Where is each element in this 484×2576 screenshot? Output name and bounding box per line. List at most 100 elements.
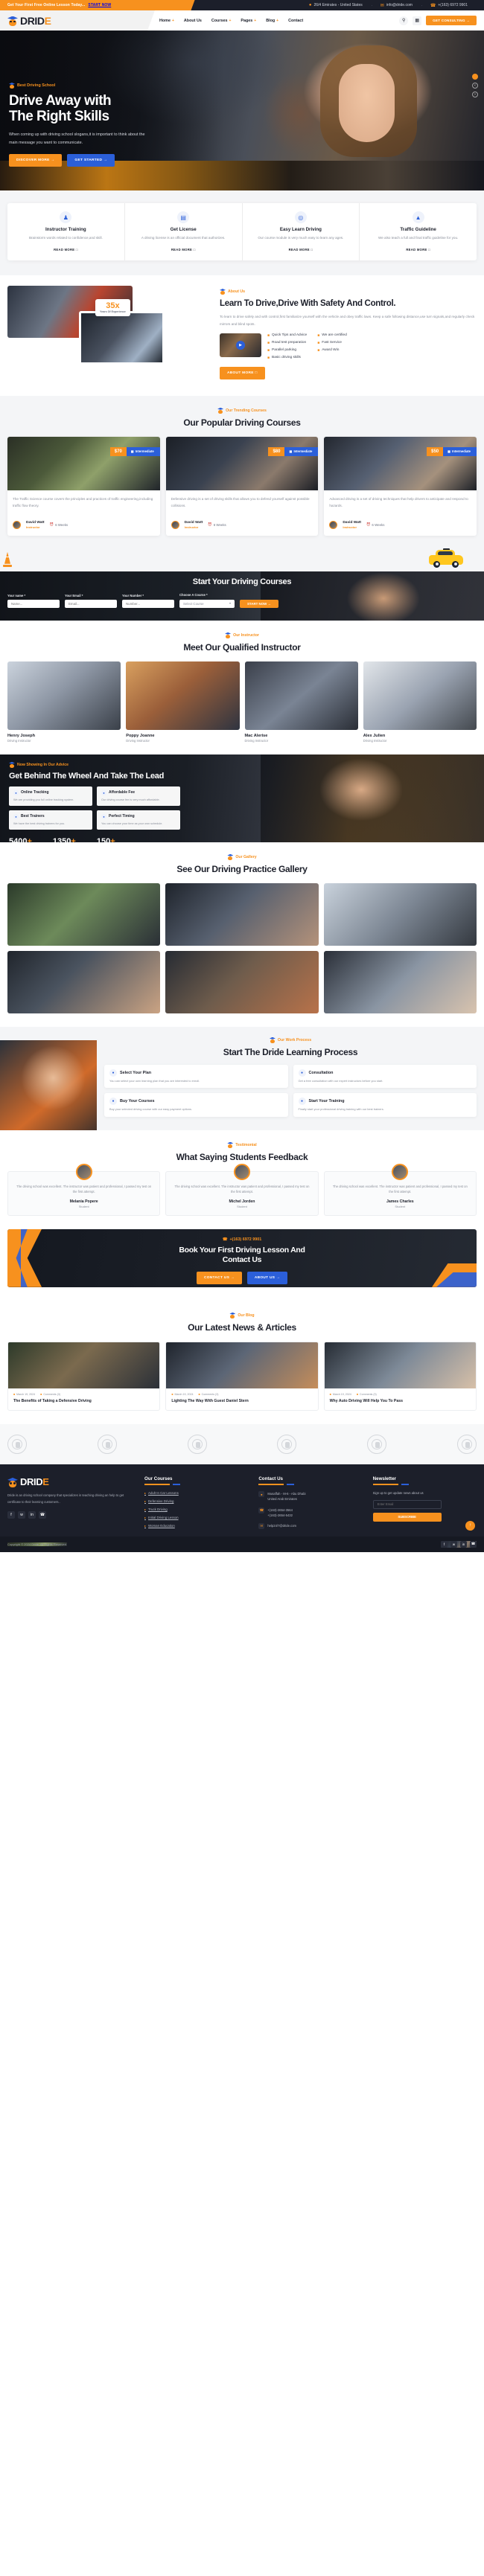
twitter-icon[interactable]: w — [18, 1510, 25, 1519]
consultation-icon: ● — [298, 1068, 306, 1077]
instructor-card[interactable]: Poppy Joanne Driving Instructor — [126, 661, 240, 743]
footer-logo[interactable]: DRIDE — [7, 1476, 134, 1487]
get-consulting-button[interactable]: GET CONSULTING → — [426, 16, 477, 25]
hero-slider-dot-active[interactable] — [472, 74, 478, 80]
linkedin-icon[interactable]: in — [28, 1510, 36, 1519]
linkedin-icon[interactable]: in — [460, 1540, 467, 1548]
instructor-card[interactable]: Henry Joseph Driving Instructor — [7, 661, 121, 743]
grid-icon[interactable]: ▦ — [413, 16, 422, 25]
blog-post-title[interactable]: Why Auto Driving Will Help You To Pass — [330, 1399, 471, 1405]
level-icon: ▦ — [130, 449, 134, 454]
instructor-card[interactable]: Alex Julien Driving Instructor — [363, 661, 477, 743]
nav-item-home[interactable]: Home + — [159, 19, 174, 23]
footer-email[interactable]: ✉ help24/7@dride.com — [258, 1522, 362, 1529]
cta-phone-text: +(163) 6972 9901 — [229, 1237, 262, 1242]
twitter-icon[interactable]: w — [450, 1540, 457, 1548]
site-logo[interactable]: DRIDE — [7, 15, 51, 27]
service-card[interactable]: ▤ Get License A driving license is an of… — [125, 203, 243, 261]
service-card[interactable]: ◎ Easy Learn Driving Our course module i… — [243, 203, 360, 261]
name-input[interactable] — [7, 599, 60, 608]
footer-course-link[interactable]: ▸ Initial Driving Lesson — [144, 1516, 248, 1519]
nav-item-pages[interactable]: Pages + — [241, 19, 256, 23]
footer-course-link[interactable]: ▸ Adult In Car Lessons — [144, 1491, 248, 1495]
course-duration: ⏰ 6 Weeks — [366, 522, 385, 527]
search-icon[interactable]: ⚲ — [399, 16, 409, 25]
gallery-item[interactable] — [323, 882, 477, 946]
whatsapp-icon[interactable]: ☎ — [470, 1540, 477, 1548]
course-card[interactable]: $50 ▦ Intermediate Advanced driving is a … — [324, 436, 477, 536]
license-icon: ▤ — [177, 211, 190, 223]
facebook-icon[interactable]: f — [441, 1540, 448, 1548]
envelope-icon: ✉ — [380, 3, 384, 8]
footer-course-link[interactable]: ▸ Woman Education — [144, 1524, 248, 1528]
number-input[interactable] — [122, 599, 174, 608]
newsletter-subscribe-button[interactable]: SUBSCRIBE — [372, 1512, 442, 1522]
newsletter-email-input[interactable] — [372, 1499, 442, 1509]
whatsapp-icon[interactable]: ☎ — [39, 1510, 46, 1519]
gallery-item[interactable] — [165, 950, 319, 1013]
topbar-address-text: 26/4 Emirates - United States — [313, 3, 363, 7]
course-card[interactable]: $80 ▦ Intermediate Defensive driving is a… — [165, 436, 319, 536]
blog-post-card[interactable]: ■ March 19, 2024 ■ Comments (3) The Benefi… — [7, 1341, 161, 1412]
courses-grid: $70 ▦ Intermediate The Traffic Science co… — [7, 436, 477, 536]
instructor-card[interactable]: Mac Alerise Driving Instructor — [244, 661, 358, 743]
hero-slider-prev[interactable]: ‹ — [472, 83, 478, 89]
course-select[interactable]: Select Course — [179, 599, 235, 608]
cta-title-line1: Book Your First Driving Lesson And — [179, 1245, 305, 1255]
nav-item-contact[interactable]: Contact — [288, 19, 303, 23]
gallery-item[interactable] — [165, 882, 319, 946]
testimonials-grid: The driving school was excellent. The in… — [7, 1163, 477, 1216]
service-card[interactable]: ▲ Traffic Guideline We also teach a full… — [360, 203, 477, 260]
process-section: Our Work Process Start The Dride Learnin… — [0, 1026, 484, 1130]
blog-post-title[interactable]: Lighting The Way With Guest Daniel Stern — [171, 1399, 312, 1405]
cta-contact-button[interactable]: CONTACT US → — [196, 1272, 242, 1285]
booking-field-name: Your name * — [7, 594, 60, 608]
facebook-icon[interactable]: f — [7, 1510, 15, 1519]
footer-course-link[interactable]: ▸ Truck Driving — [144, 1508, 248, 1511]
blog-post-card[interactable]: ■ March 19, 2024 ■ Comments (3) Lighting T… — [165, 1341, 319, 1412]
service-read-more-link[interactable]: READ MORE □ — [406, 248, 430, 251]
service-read-more-link[interactable]: READ MORE □ — [289, 248, 313, 251]
nav-item-courses[interactable]: Courses + — [211, 19, 232, 23]
about-more-button[interactable]: ABOUT MORE □ — [220, 366, 265, 379]
footer-course-link[interactable]: ▸ Defensive Driving — [144, 1499, 248, 1503]
service-read-more-link[interactable]: READ MORE □ — [54, 248, 78, 251]
course-card[interactable]: $70 ▦ Intermediate The Traffic Science co… — [7, 436, 160, 536]
booking-start-now-button[interactable]: START NOW → — [240, 599, 278, 608]
blog-post-image — [8, 1342, 160, 1388]
play-icon[interactable]: ▶ — [236, 340, 245, 350]
gallery-item[interactable] — [7, 950, 161, 1013]
about-paragraph: To learn to drive safely and with contro… — [220, 315, 475, 326]
scroll-to-top-button[interactable]: ↑ — [465, 1520, 475, 1531]
hero-discover-more-button[interactable]: DISCOVER MORE → — [9, 154, 63, 167]
process-step: ● Consultation Get a free consultation wi… — [293, 1064, 477, 1089]
avatar — [392, 1163, 409, 1180]
footer-phones[interactable]: ☎ +(163)-2654-3564 +(163)-2654-5432 — [258, 1507, 362, 1518]
graduation-cap-icon — [9, 761, 15, 768]
email-input[interactable] — [65, 599, 117, 608]
hero-get-started-button[interactable]: GET STARTED → — [67, 154, 115, 167]
topbar-phone[interactable]: ☎ +(163) 6972 9901 — [421, 3, 477, 8]
arrow-icon: ▸ — [144, 1491, 147, 1496]
nav-item-blog[interactable]: Blog + — [266, 19, 278, 23]
topbar-email[interactable]: ✉ info@dride.com — [371, 3, 421, 8]
about-video-thumbnail[interactable]: ▶ — [220, 333, 261, 357]
gallery-item[interactable] — [323, 950, 477, 1013]
service-read-more-link[interactable]: READ MORE □ — [171, 248, 196, 251]
nav-item-about[interactable]: About Us — [184, 19, 202, 23]
cta-phone[interactable]: ☎ +(163) 6972 9901 — [7, 1237, 477, 1242]
process-eyebrow-text: Our Work Process — [277, 1037, 312, 1042]
promo-start-now-link[interactable]: START NOW — [88, 3, 111, 7]
lead-eyebrow-text: Now Showing In Our Advice — [17, 762, 69, 767]
location-pin-icon: ● — [308, 3, 312, 7]
service-card[interactable]: ♟ Instructor Training Brainstorm words r… — [7, 203, 125, 261]
hero-slider-next[interactable]: › — [472, 92, 478, 97]
cta-about-button[interactable]: ABOUT US → — [246, 1272, 287, 1285]
logo-container[interactable]: DRIDE — [0, 10, 141, 31]
course-select-wrapper[interactable]: Select Course — [179, 599, 235, 608]
instructor-photo — [7, 661, 121, 730]
counter-number: 150+ — [96, 836, 115, 842]
gallery-item[interactable] — [7, 882, 161, 946]
blog-post-title[interactable]: The Benefits of Taking a Defensive Drivi… — [13, 1399, 154, 1405]
blog-post-card[interactable]: ■ March 19, 2024 ■ Comments (3) Why Auto D… — [323, 1341, 477, 1412]
